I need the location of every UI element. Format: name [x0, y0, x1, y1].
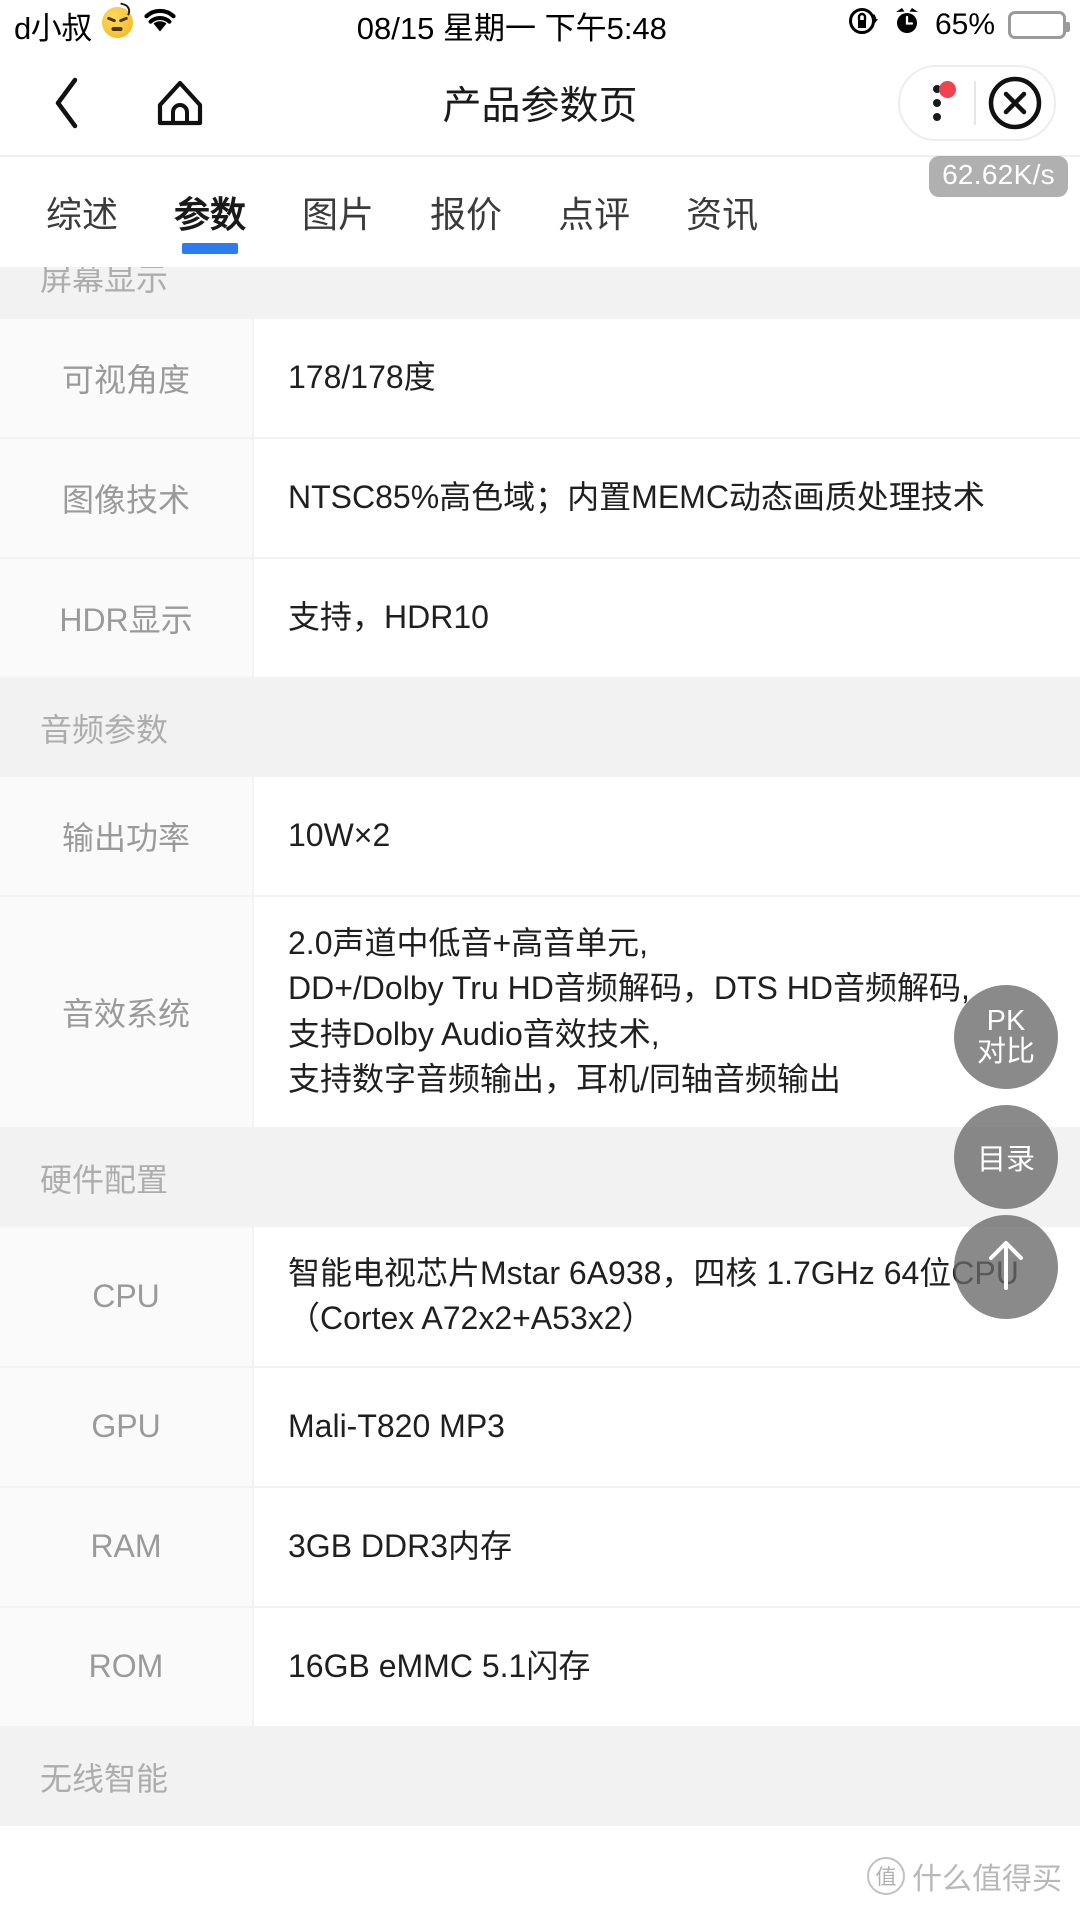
tab-active-underline	[182, 243, 239, 254]
tab-label: 报价	[430, 194, 503, 235]
spec-row-value: NTSC85%高色域；内置MEMC动态画质处理技术	[254, 439, 1080, 557]
spec-row-label: 输出功率	[0, 777, 254, 895]
nav-bar: 产品参数页 62.62K/s	[0, 50, 1080, 197]
spec-row: 图像技术 NTSC85%高色域；内置MEMC动态画质处理技术	[0, 439, 1080, 559]
spec-row-label: 音效系统	[0, 897, 254, 1127]
spec-row-label: RAM	[0, 1487, 254, 1606]
spec-section-header: 屏幕显示	[0, 267, 1080, 319]
spec-row-label: ROM	[0, 1607, 254, 1726]
spec-row: RAM 3GB DDR3内存	[0, 1487, 1080, 1608]
tab-label: 资讯	[686, 194, 759, 235]
spec-row-value: 178/178度	[254, 319, 1080, 437]
spec-row-value: 智能电视芯片Mstar 6A938，四核 1.7GHz 64位CPU（Corte…	[254, 1226, 1080, 1366]
spec-row: ROM 16GB eMMC 5.1闪存	[0, 1607, 1080, 1728]
tab-4[interactable]: 点评	[530, 157, 658, 267]
tab-3[interactable]: 报价	[402, 157, 530, 267]
status-bar-username: d小叔	[14, 10, 92, 46]
nav-divider	[974, 80, 976, 125]
back-chevron-icon[interactable]	[44, 75, 88, 131]
spec-row-label: 图像技术	[0, 439, 254, 557]
more-vertical-icon[interactable]	[908, 74, 966, 132]
arrow-up-icon	[980, 1236, 1032, 1299]
battery-percent-label: 65%	[934, 8, 995, 41]
pk-compare-line1: PK	[986, 1005, 1026, 1038]
spec-row-label: CPU	[0, 1226, 254, 1366]
spec-row-value: 支持，HDR10	[254, 559, 1080, 677]
spec-row: HDR显示 支持，HDR10	[0, 559, 1080, 679]
tab-0[interactable]: 综述	[18, 157, 146, 267]
spec-row: 可视角度 178/178度	[0, 319, 1080, 439]
spec-row-label: HDR显示	[0, 559, 254, 677]
status-bar-left: d小叔	[14, 1, 177, 48]
spec-table[interactable]: 屏幕显示可视角度 178/178度 图像技术 NTSC85%高色域；内置MEMC动态画…	[0, 267, 1080, 1826]
spec-row-label: GPU	[0, 1367, 254, 1486]
spec-section-title: 无线智能	[40, 1760, 169, 1797]
scroll-to-top-button[interactable]	[954, 1215, 1058, 1319]
network-speed-badge: 62.62K/s	[929, 156, 1068, 197]
angry-face-emoji	[101, 1, 133, 44]
spec-row: GPU Mali-T820 MP3	[0, 1367, 1080, 1488]
spec-row-value: 3GB DDR3内存	[254, 1487, 1080, 1606]
pk-compare-line2: 对比	[976, 1036, 1035, 1068]
watermark-text: 什么值得买	[912, 1863, 1062, 1896]
tab-1[interactable]: 参数	[146, 157, 274, 267]
directory-label: 目录	[976, 1144, 1035, 1176]
wifi-icon	[143, 8, 177, 42]
watermark: 值 什么值得买	[867, 1854, 1062, 1898]
close-circle-icon[interactable]	[984, 72, 1046, 134]
tab-label: 图片	[302, 194, 375, 235]
spec-row: 音效系统 2.0声道中低音+高音单元, DD+/Dolby Tru HD音频解码，…	[0, 897, 1080, 1129]
status-bar: d小叔 08/15 星期一 下午5:48 65%	[0, 0, 1080, 50]
alarm-clock-icon	[892, 6, 922, 44]
status-bar-datetime: 08/15 星期一 下午5:48	[356, 10, 667, 46]
tab-5[interactable]: 资讯	[658, 157, 786, 267]
tab-label: 参数	[174, 194, 247, 235]
spec-section-title: 音频参数	[40, 712, 169, 748]
pk-compare-button[interactable]: PK 对比	[954, 985, 1058, 1089]
tab-bar: 综述 参数 图片 报价 点评 资讯	[0, 155, 1080, 267]
home-icon[interactable]	[152, 75, 208, 131]
battery-icon	[1008, 11, 1070, 39]
tab-label: 综述	[46, 194, 119, 235]
spec-row: 输出功率 10W×2	[0, 777, 1080, 897]
spec-section-header: 硬件配置	[0, 1128, 1080, 1227]
rotation-lock-icon	[847, 5, 879, 45]
notification-badge	[939, 80, 956, 98]
spec-section-header: 无线智能	[0, 1727, 1080, 1826]
tab-label: 点评	[558, 194, 631, 235]
spec-section-title: 硬件配置	[40, 1161, 169, 1198]
spec-section-header: 音频参数	[0, 679, 1080, 777]
tab-2[interactable]: 图片	[274, 157, 402, 267]
spec-row-label: 可视角度	[0, 319, 254, 437]
spec-row-value: Mali-T820 MP3	[254, 1367, 1080, 1486]
status-bar-right: 65%	[847, 5, 1070, 45]
directory-button[interactable]: 目录	[954, 1105, 1058, 1209]
spec-row-value: 10W×2	[254, 777, 1080, 895]
watermark-logo: 值	[867, 1857, 905, 1895]
spec-row-value: 16GB eMMC 5.1闪存	[254, 1607, 1080, 1726]
nav-actions-group	[898, 64, 1056, 141]
spec-row-value: 2.0声道中低音+高音单元, DD+/Dolby Tru HD音频解码，DTS …	[254, 897, 1080, 1127]
spec-section-title: 屏幕显示	[40, 267, 169, 297]
spec-row: CPU 智能电视芯片Mstar 6A938，四核 1.7GHz 64位CPU（Co…	[0, 1226, 1080, 1368]
